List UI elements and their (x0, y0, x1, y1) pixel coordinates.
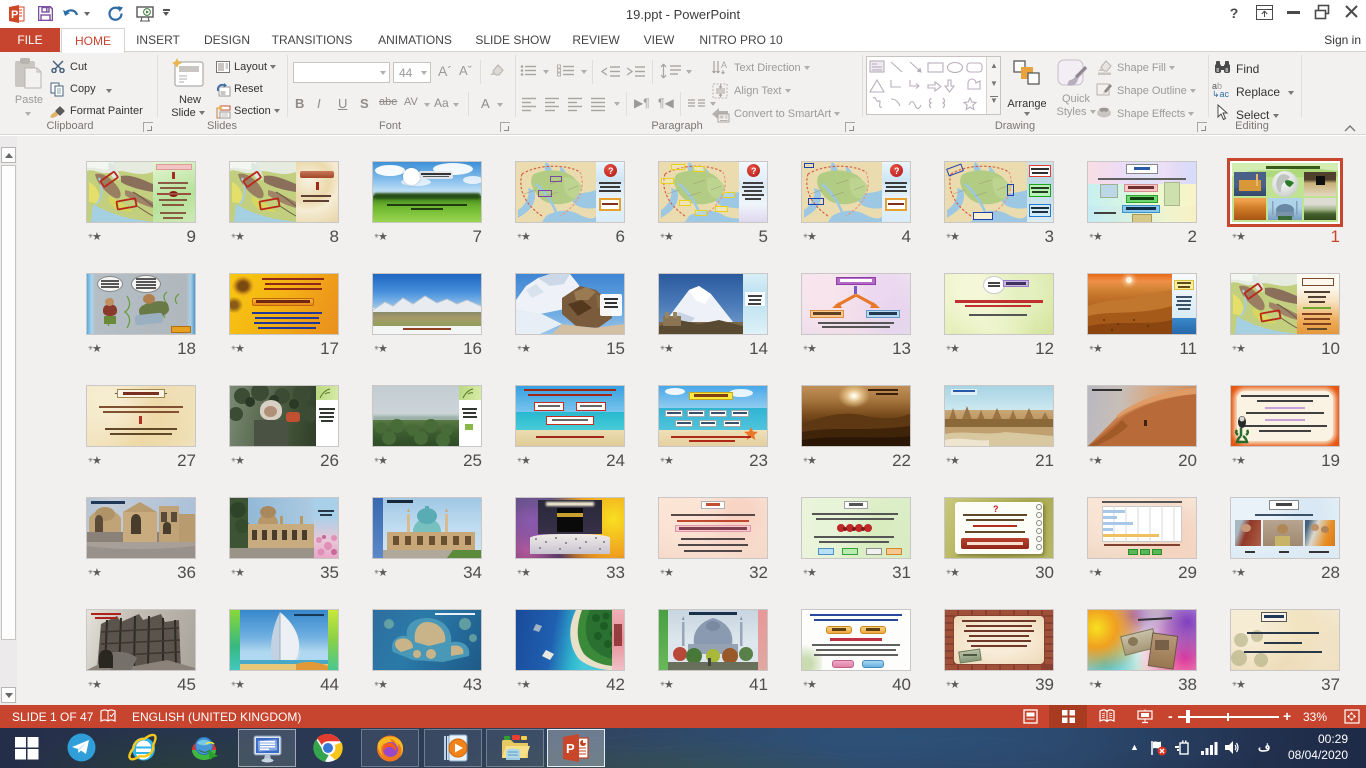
svg-text:P: P (566, 741, 575, 756)
svg-text:A: A (721, 60, 727, 70)
